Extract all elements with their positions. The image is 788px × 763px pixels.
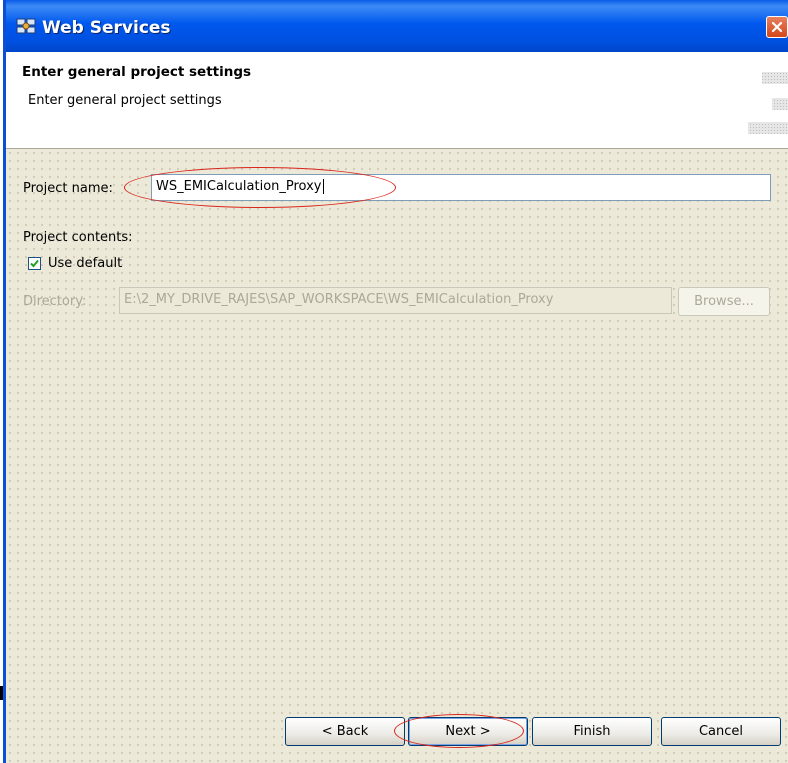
project-name-input[interactable]: WS_EMICalculation_Proxy xyxy=(151,174,771,201)
use-default-checkbox[interactable] xyxy=(28,257,41,270)
project-name-label: Project name: xyxy=(23,181,113,196)
close-button[interactable] xyxy=(766,16,788,38)
window-title: Web Services xyxy=(42,18,171,38)
web-services-icon xyxy=(16,18,36,34)
wizard-banner: Enter general project settings Enter gen… xyxy=(6,52,788,149)
banner-decoration xyxy=(748,72,788,134)
cancel-button[interactable]: Cancel xyxy=(661,717,781,746)
project-contents-label: Project contents: xyxy=(23,230,133,245)
wizard-content: Project name: WS_EMICalculation_Proxy Pr… xyxy=(6,149,788,763)
title-bar[interactable]: Web Services xyxy=(6,0,788,52)
edge-marker xyxy=(0,686,3,700)
back-button[interactable]: < Back xyxy=(285,717,405,746)
web-services-dialog: Web Services Enter general project setti… xyxy=(3,0,788,763)
page-title: Enter general project settings xyxy=(22,64,252,80)
checkmark-icon xyxy=(30,259,39,268)
browse-button[interactable]: Browse... xyxy=(678,287,770,316)
directory-input[interactable]: E:\2_MY_DRIVE_RAJES\SAP_WORKSPACE\WS_EMI… xyxy=(119,287,672,314)
directory-label: Directory: xyxy=(23,294,87,309)
directory-value: E:\2_MY_DRIVE_RAJES\SAP_WORKSPACE\WS_EMI… xyxy=(124,292,554,307)
project-name-value: WS_EMICalculation_Proxy xyxy=(156,179,322,194)
finish-button[interactable]: Finish xyxy=(532,717,652,746)
close-icon xyxy=(771,21,783,33)
page-description: Enter general project settings xyxy=(28,93,222,108)
use-default-label: Use default xyxy=(48,256,123,271)
next-button[interactable]: Next > xyxy=(408,717,528,746)
